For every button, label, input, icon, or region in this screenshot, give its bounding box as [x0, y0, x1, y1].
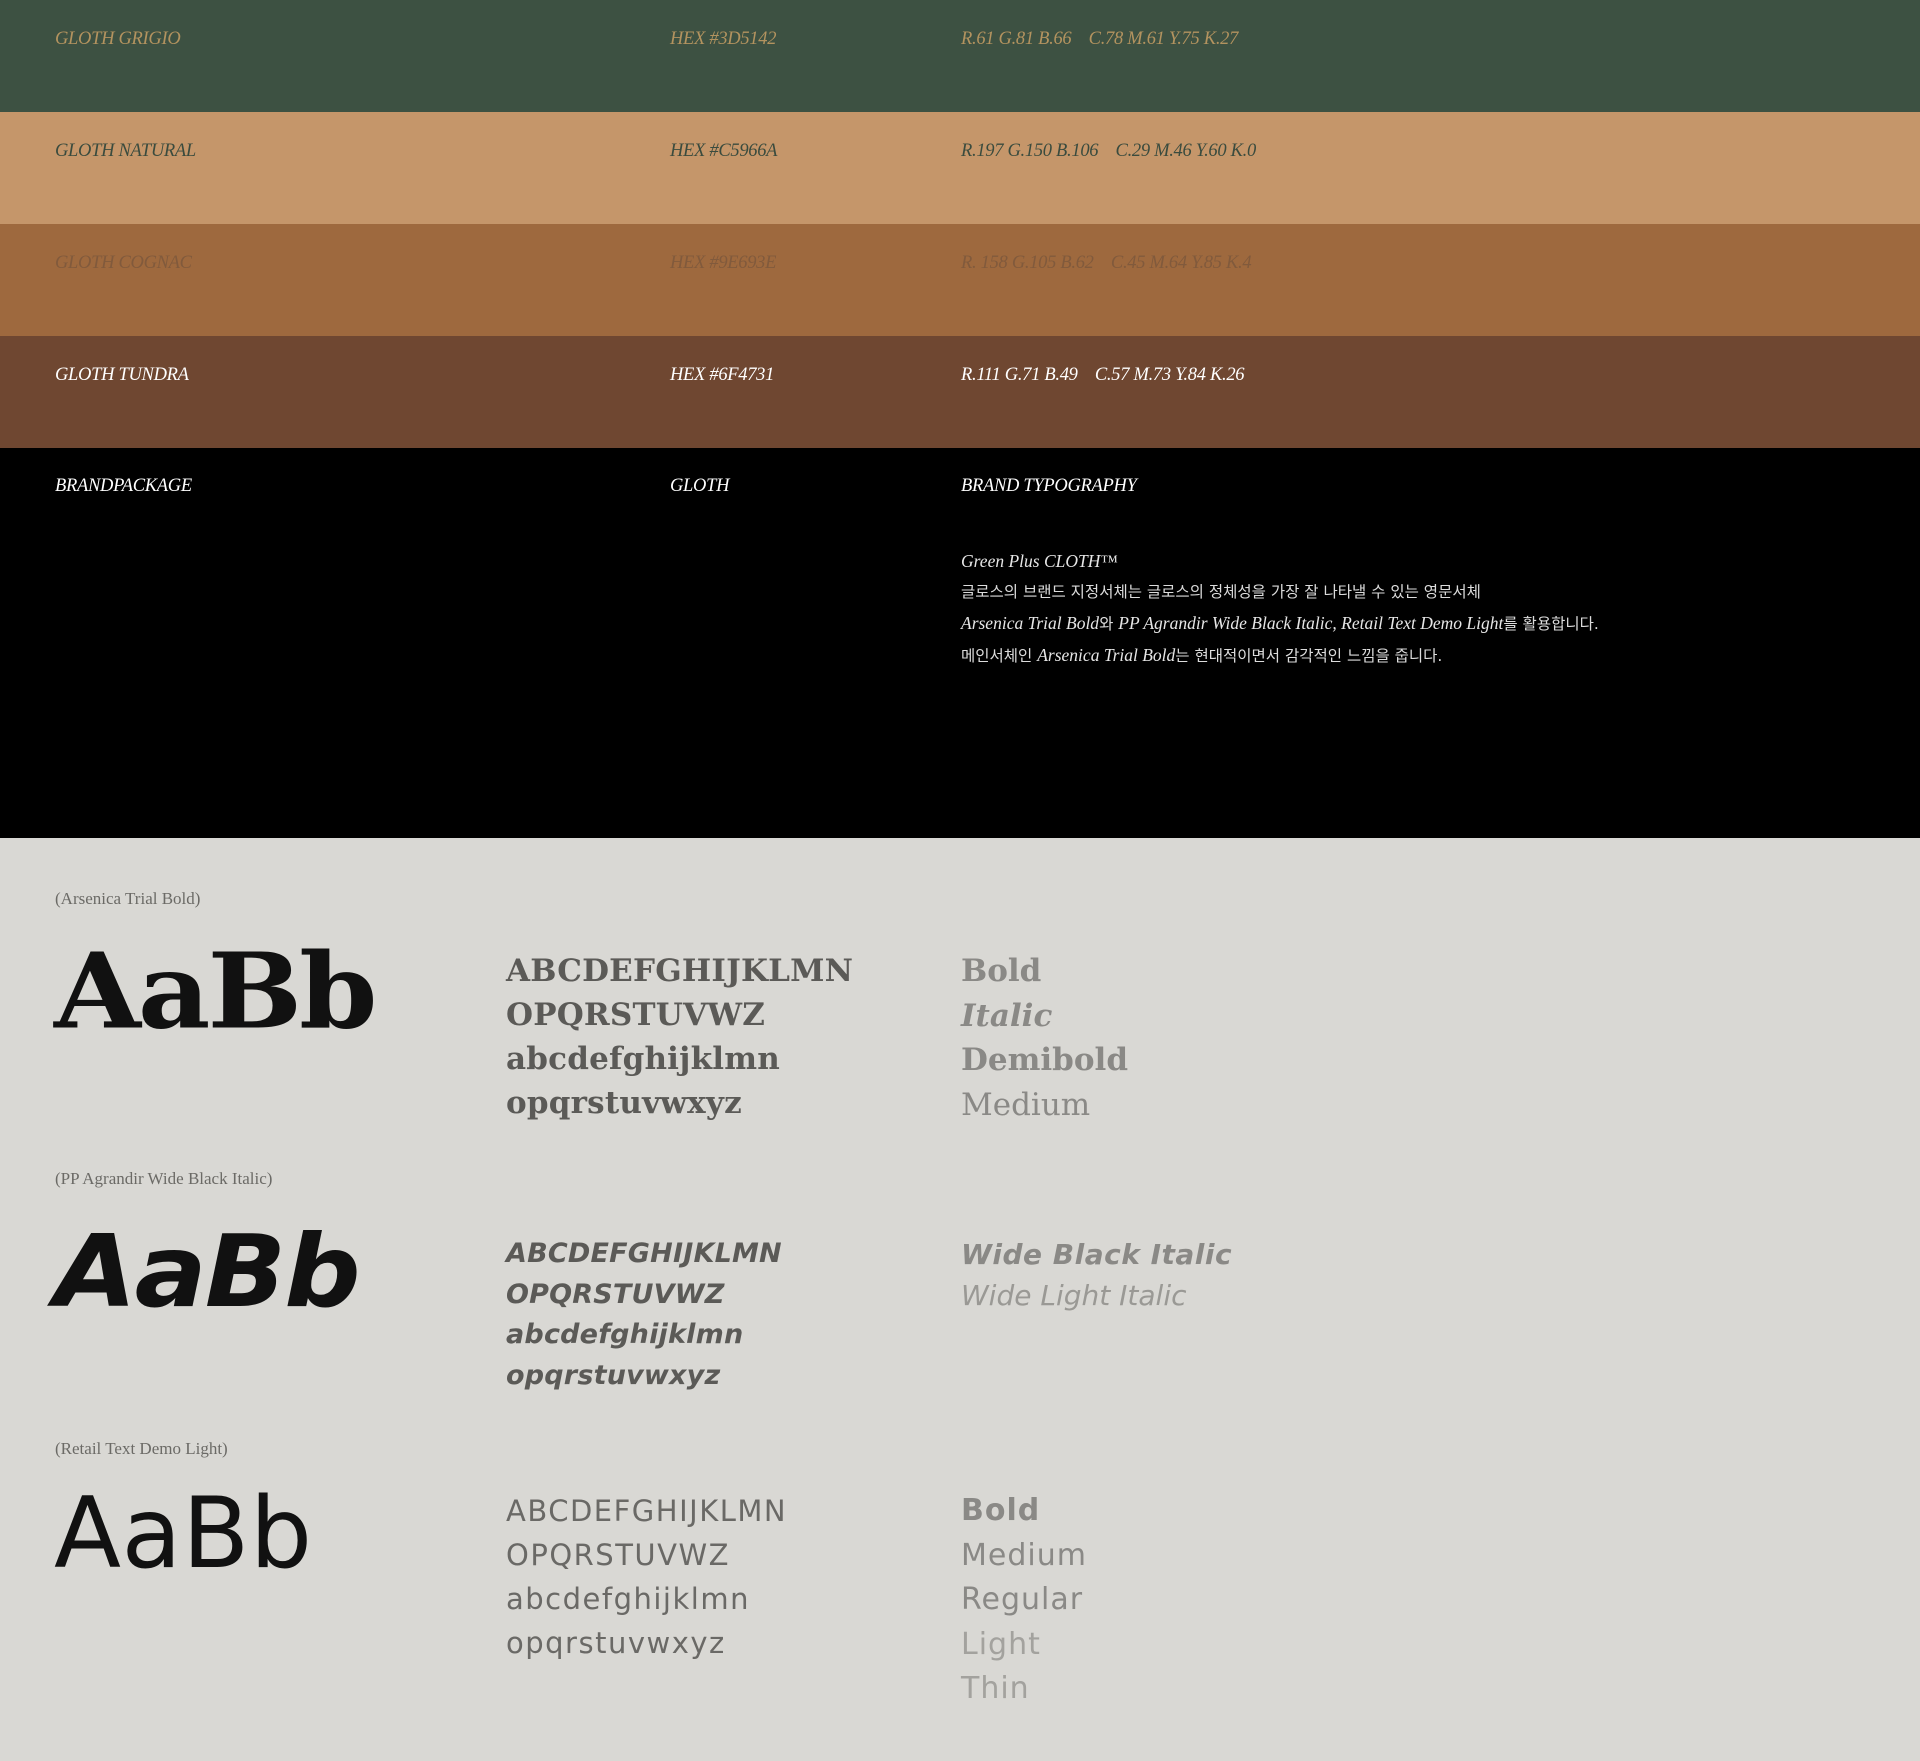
- alphabet-block: ABCDEFGHIJKLMN OPQRSTUVWZ abcdefghijklmn…: [506, 949, 853, 1125]
- color-palette: GLOTH GRIGIO HEX #3D5142 R.61 G.81 B.66 …: [0, 0, 1920, 448]
- font-sample-large: AaBb: [54, 930, 377, 1053]
- font-name: Arsenica Trial Bold: [1037, 645, 1176, 665]
- brand-typography-section: BRANDPACKAGE GLOTH BRAND TYPOGRAPHY Gree…: [0, 448, 1920, 838]
- weights-list: Bold Medium Regular Light Thin: [961, 1489, 1087, 1712]
- desc-text: 와: [1099, 615, 1119, 633]
- color-row-tundra: GLOTH TUNDRA HEX #6F4731 R.111 G.71 B.49…: [0, 336, 1920, 448]
- brandpackage-label: BRANDPACKAGE: [55, 476, 192, 496]
- color-name: GLOTH TUNDRA: [55, 365, 189, 385]
- alphabet-line: OPQRSTUVWZ: [506, 1538, 731, 1572]
- color-name: GLOTH COGNAC: [55, 253, 192, 273]
- desc-text: 는 현대적이면서 감각적인 느낌을 줍니다.: [1175, 647, 1443, 665]
- color-row-natural: GLOTH NATURAL HEX #C5966A R.197 G.150 B.…: [0, 112, 1920, 224]
- desc-text: 를 활용합니다.: [1503, 615, 1599, 633]
- weight-item: Italic: [961, 997, 1053, 1034]
- weight-item: Demibold: [961, 1042, 1128, 1078]
- alphabet-line: opqrstuvwxyz: [506, 1626, 726, 1660]
- color-hex: HEX #6F4731: [670, 365, 775, 385]
- alphabet-line: abcdefghijklmn: [506, 1582, 750, 1616]
- weight-item: Bold: [961, 1493, 1041, 1528]
- font-sample-large: AaBb: [54, 1213, 361, 1330]
- weights-list: Bold Italic Demibold Medium: [961, 949, 1128, 1127]
- color-name: GLOTH NATURAL: [55, 141, 196, 161]
- color-name: GLOTH GRIGIO: [55, 29, 181, 49]
- weight-item: Thin: [961, 1671, 1030, 1706]
- weight-item: Regular: [961, 1582, 1084, 1617]
- desc-text: 메인서체인: [961, 647, 1038, 665]
- alphabet-block: ABCDEFGHIJKLMN OPQRSTUVWZ abcdefghijklmn…: [506, 1489, 787, 1665]
- desc-line-3: Arsenica Trial Bold와 PP Agrandir Wide Bl…: [961, 608, 1861, 640]
- font-label: (PP Agrandir Wide Black Italic): [55, 1169, 273, 1188]
- section-heading: BRAND TYPOGRAPHY: [961, 476, 1137, 496]
- color-values: R.61 G.81 B.66 C.78 M.61 Y.75 K.27: [961, 29, 1239, 49]
- color-hex: HEX #C5966A: [670, 141, 778, 161]
- color-values: R.111 G.71 B.49 C.57 M.73 Y.84 K.26: [961, 365, 1245, 385]
- weight-item: Wide Black Italic: [961, 1238, 1233, 1271]
- brand-name-label: GLOTH: [670, 476, 730, 496]
- weight-item: Light: [961, 1626, 1041, 1662]
- color-row-cognac: GLOTH COGNAC HEX #9E693E R. 158 G.105 B.…: [0, 224, 1920, 336]
- alphabet-block: ABCDEFGHIJKLMN OPQRSTUVWZ abcdefghijklmn…: [506, 1234, 782, 1396]
- font-names: PP Agrandir Wide Black Italic, Retail Te…: [1118, 613, 1504, 633]
- desc-line-2: 글로스의 브랜드 지정서체는 글로스의 정체성을 가장 잘 나타낼 수 있는 영…: [961, 583, 1481, 601]
- color-hex: HEX #9E693E: [670, 253, 777, 273]
- alphabet-line: OPQRSTUVWZ: [506, 997, 766, 1033]
- alphabet-line: ABCDEFGHIJKLMN: [506, 1494, 788, 1528]
- alphabet-line: ABCDEFGHIJKLMN: [506, 1238, 782, 1269]
- alphabet-line: OPQRSTUVWZ: [506, 1278, 725, 1310]
- typography-description: Green Plus CLOTH™ 글로스의 브랜드 지정서체는 글로스의 정체…: [961, 546, 1861, 672]
- font-name: Arsenica Trial Bold: [961, 613, 1100, 633]
- weight-item: Medium: [961, 1537, 1087, 1573]
- weight-item: Medium: [961, 1086, 1091, 1123]
- color-hex: HEX #3D5142: [670, 29, 777, 49]
- weights-list: Wide Black Italic Wide Light Italic: [961, 1234, 1232, 1316]
- alphabet-line: abcdefghijklmn: [506, 1041, 780, 1077]
- color-values: R. 158 G.105 B.62 C.45 M.64 Y.85 K.4: [961, 253, 1252, 273]
- font-label: (Arsenica Trial Bold): [55, 889, 201, 908]
- weight-item: Wide Light Italic: [961, 1279, 1187, 1312]
- weight-item: Bold: [961, 953, 1042, 989]
- alphabet-line: abcdefghijklmn: [506, 1319, 744, 1350]
- alphabet-line: ABCDEFGHIJKLMN: [506, 953, 854, 989]
- font-specimens: (Arsenica Trial Bold) AaBb ABCDEFGHIJKLM…: [0, 838, 1920, 1761]
- color-values: R.197 G.150 B.106 C.29 M.46 Y.60 K.0: [961, 141, 1256, 161]
- font-sample-large: AaBb: [54, 1477, 313, 1591]
- alphabet-line: opqrstuvwxyz: [506, 1359, 721, 1391]
- alphabet-line: opqrstuvwxyz: [506, 1085, 742, 1121]
- desc-line-4: 메인서체인 Arsenica Trial Bold는 현대적이면서 감각적인 느…: [961, 640, 1861, 672]
- color-row-grigio: GLOTH GRIGIO HEX #3D5142 R.61 G.81 B.66 …: [0, 0, 1920, 112]
- desc-line-1: Green Plus CLOTH™: [961, 551, 1118, 571]
- font-label: (Retail Text Demo Light): [55, 1439, 228, 1458]
